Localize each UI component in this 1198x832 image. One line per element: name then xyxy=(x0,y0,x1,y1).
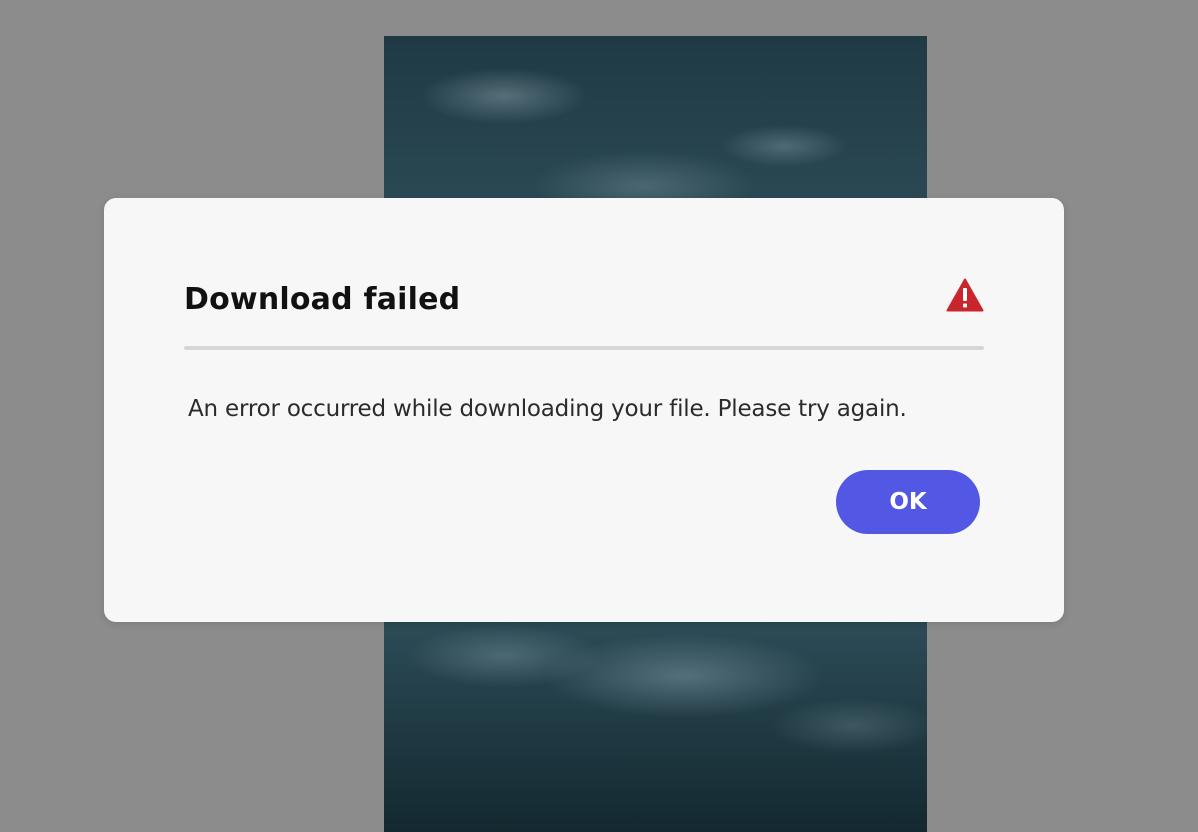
dialog-header: Download failed xyxy=(184,276,984,332)
download-failed-dialog: Download failed An error occurred while … xyxy=(104,198,1064,622)
dialog-divider xyxy=(184,346,984,350)
ok-button[interactable]: OK xyxy=(836,470,980,534)
alert-triangle-icon xyxy=(946,278,984,312)
dialog-message: An error occurred while downloading your… xyxy=(188,396,907,422)
dialog-title: Download failed xyxy=(184,282,461,317)
